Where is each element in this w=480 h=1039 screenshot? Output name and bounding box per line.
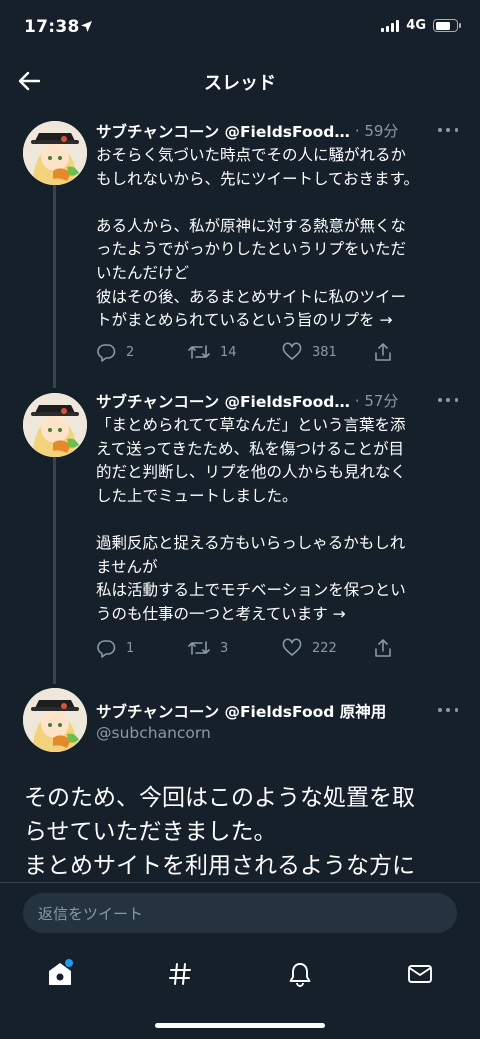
tab-messages[interactable] [400, 954, 440, 994]
reply-icon [97, 344, 116, 362]
tweet-header: サブチャンコーン @FieldsFood… · 59分 [96, 120, 460, 142]
thread-tweet[interactable]: サブチャンコーン @FieldsFood… · 59分 おそらく気づいた時点でそ… [0, 118, 480, 378]
more-options-button[interactable] [438, 122, 458, 138]
page-title: スレッド [204, 73, 276, 94]
like-button[interactable]: 381 [282, 342, 337, 362]
retweet-count: 3 [220, 640, 229, 656]
avatar[interactable] [23, 393, 87, 457]
home-indicator [155, 1023, 325, 1028]
reply-button[interactable]: 2 [96, 342, 134, 362]
signal-strength-icon [381, 19, 400, 32]
tab-home[interactable] [40, 954, 80, 994]
share-button[interactable] [373, 342, 393, 362]
avatar[interactable] [23, 688, 87, 752]
tweet-actions: 1 3 222 [96, 638, 406, 660]
tweet-header: サブチャンコーン @FieldsFood 原神用 [96, 700, 460, 722]
status-time: 17:38 [24, 17, 80, 37]
avatar-image [23, 121, 87, 185]
more-options-button[interactable] [438, 702, 458, 718]
location-arrow-icon [81, 21, 92, 32]
thread-tweet[interactable]: サブチャンコーン @FieldsFood… · 57分 「まとめられてて草なんだ… [0, 388, 480, 678]
notifications-bell-icon [289, 963, 311, 987]
like-count: 381 [312, 344, 337, 360]
reply-count: 2 [126, 344, 135, 360]
battery-icon [433, 19, 461, 32]
tweet-text: おそらく気づいた時点でその人に騒がれるか もしれないから、先にツイートしておきま… [96, 146, 420, 330]
tab-notifications[interactable] [280, 954, 320, 994]
notification-dot [65, 959, 73, 967]
tweet-time[interactable]: · 59分 [355, 122, 399, 140]
like-button[interactable]: 222 [282, 638, 337, 658]
explore-hash-icon [169, 963, 191, 985]
tweet-header: サブチャンコーン @FieldsFood… · 57分 [96, 390, 460, 412]
author-handle[interactable]: @subchancorn [96, 724, 211, 742]
tab-explore[interactable] [160, 954, 200, 994]
tweet-text: そのため、今回はこのような処置を取 らせていただきました。 まとめサイトを利用さ… [24, 785, 415, 879]
heart-icon [282, 638, 302, 656]
bottom-tab-bar [0, 942, 480, 1039]
reply-bar: 返信をツイート [0, 882, 480, 942]
network-type: 4G [406, 18, 426, 33]
heart-icon [282, 342, 302, 360]
tweet-time[interactable]: · 57分 [355, 392, 399, 410]
reply-icon [97, 640, 116, 658]
reply-input[interactable]: 返信をツイート [23, 893, 457, 933]
retweet-icon [188, 345, 210, 359]
messages-envelope-icon [408, 965, 432, 983]
tweet-actions: 2 14 381 [96, 342, 406, 364]
reply-count: 1 [126, 640, 135, 656]
more-options-button[interactable] [438, 392, 458, 408]
author-name[interactable]: サブチャンコーン @FieldsFood… [96, 390, 350, 412]
status-indicators: 4G [381, 18, 461, 33]
tweet-text: 「まとめられてて草なんだ」という言葉を添 えて送ってきたため、私を傷つけることが… [96, 416, 407, 623]
retweet-icon [188, 641, 210, 655]
main-tweet[interactable]: サブチャンコーン @FieldsFood 原神用 @subchancorn その… [0, 686, 480, 882]
author-name[interactable]: サブチャンコーン @FieldsFood 原神用 [96, 700, 386, 722]
retweet-button[interactable]: 3 [188, 638, 228, 658]
like-count: 222 [312, 640, 337, 656]
retweet-button[interactable]: 14 [188, 342, 237, 362]
status-bar: 17:38 4G [0, 0, 480, 58]
share-icon [375, 639, 391, 657]
share-button[interactable] [373, 638, 393, 658]
avatar-image [23, 688, 87, 752]
page-header: スレッド [0, 58, 480, 104]
retweet-count: 14 [220, 344, 237, 360]
avatar[interactable] [23, 121, 87, 185]
reply-button[interactable]: 1 [96, 638, 134, 658]
author-name[interactable]: サブチャンコーン @FieldsFood… [96, 120, 350, 142]
avatar-image [23, 393, 87, 457]
share-icon [375, 343, 391, 361]
